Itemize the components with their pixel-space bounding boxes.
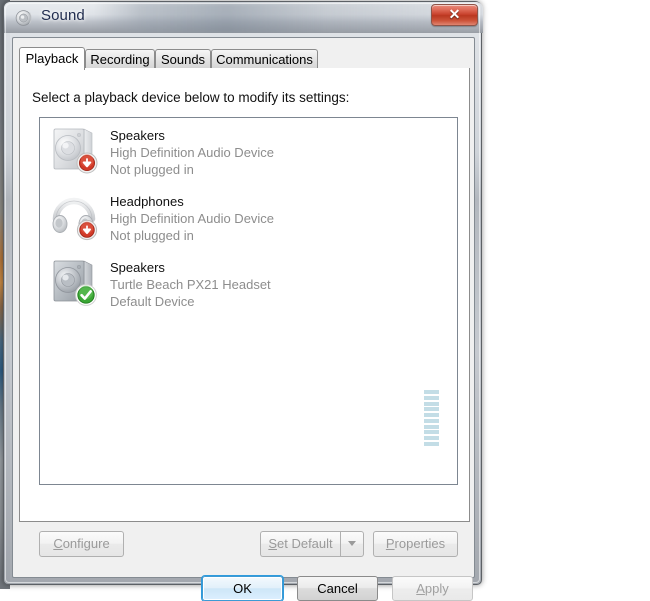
device-status: Not plugged in [110, 162, 194, 177]
configure-button-label: Configure [53, 536, 110, 551]
list-item[interactable]: Headphones High Definition Audio Device … [40, 184, 457, 250]
list-item[interactable]: Speakers High Definition Audio Device No… [40, 118, 457, 184]
active-tab-underline-mask [20, 68, 84, 70]
tab-recording-label: Recording [90, 52, 150, 67]
device-name: Speakers [110, 128, 165, 143]
meter-segment [424, 418, 439, 423]
speaker-icon [15, 10, 32, 26]
set-default-button-label: Set Default [268, 536, 333, 551]
device-description: Turtle Beach PX21 Headset [110, 277, 271, 292]
properties-button-label: Properties [385, 536, 446, 551]
set-default-button[interactable]: Set Default [260, 531, 340, 557]
dialog-client-area: Playback Recording Sounds Communications… [12, 37, 475, 601]
speaker-icon [53, 128, 98, 174]
title-bar[interactable]: Sound ✕ [4, 2, 483, 33]
volume-level-meter [424, 390, 439, 446]
device-name: Headphones [110, 194, 184, 209]
chevron-down-icon [348, 541, 356, 547]
tab-communications-label: Communications [216, 52, 313, 67]
button-separator [13, 522, 474, 523]
list-item[interactable]: Speakers Turtle Beach PX21 Headset Defau… [40, 250, 457, 446]
speaker-active-icon [53, 260, 97, 306]
device-text-block: Speakers Turtle Beach PX21 Headset Defau… [110, 256, 453, 310]
device-description: High Definition Audio Device [110, 211, 275, 226]
headphones-icon [52, 197, 98, 241]
playback-device-list[interactable]: Speakers High Definition Audio Device No… [39, 117, 458, 485]
device-status: Not plugged in [110, 228, 194, 243]
tab-playback[interactable]: Playback [19, 47, 85, 70]
device-status: Default Device [110, 294, 195, 309]
meter-segment [424, 395, 439, 400]
meter-segment [424, 390, 439, 394]
not-plugged-in-badge [76, 219, 98, 241]
meter-segment [424, 401, 439, 406]
device-name: Speakers [110, 260, 165, 275]
meter-segment [424, 413, 439, 418]
tab-sounds-label: Sounds [160, 52, 206, 67]
close-button[interactable]: ✕ [431, 4, 478, 26]
meter-segment [424, 441, 439, 446]
meter-segment [424, 424, 439, 429]
meter-segment [424, 430, 439, 435]
meter-segment [424, 407, 439, 412]
tab-communications[interactable]: Communications [211, 49, 318, 69]
set-default-dropdown-button[interactable] [340, 531, 364, 557]
device-text-block: Headphones High Definition Audio Device … [110, 190, 453, 244]
close-icon: ✕ [448, 6, 461, 22]
properties-button[interactable]: Properties [373, 531, 458, 557]
sound-dialog-window: Sound ✕ Playback Recording Sounds Commun… [3, 1, 483, 601]
tab-sounds[interactable]: Sounds [155, 49, 211, 69]
default-device-badge [75, 284, 97, 306]
meter-segment [424, 436, 439, 441]
tab-recording[interactable]: Recording [85, 49, 155, 69]
configure-button[interactable]: Configure [39, 531, 124, 557]
instruction-label: Select a playback device below to modify… [32, 90, 350, 105]
tab-playback-label: Playback [25, 51, 79, 66]
not-plugged-in-badge [76, 152, 98, 174]
device-description: High Definition Audio Device [110, 145, 275, 160]
device-text-block: Speakers High Definition Audio Device No… [110, 124, 453, 178]
tab-strip: Playback Recording Sounds Communications [19, 47, 470, 70]
title-bar-reflection [94, 2, 483, 33]
window-title: Sound [41, 7, 85, 24]
